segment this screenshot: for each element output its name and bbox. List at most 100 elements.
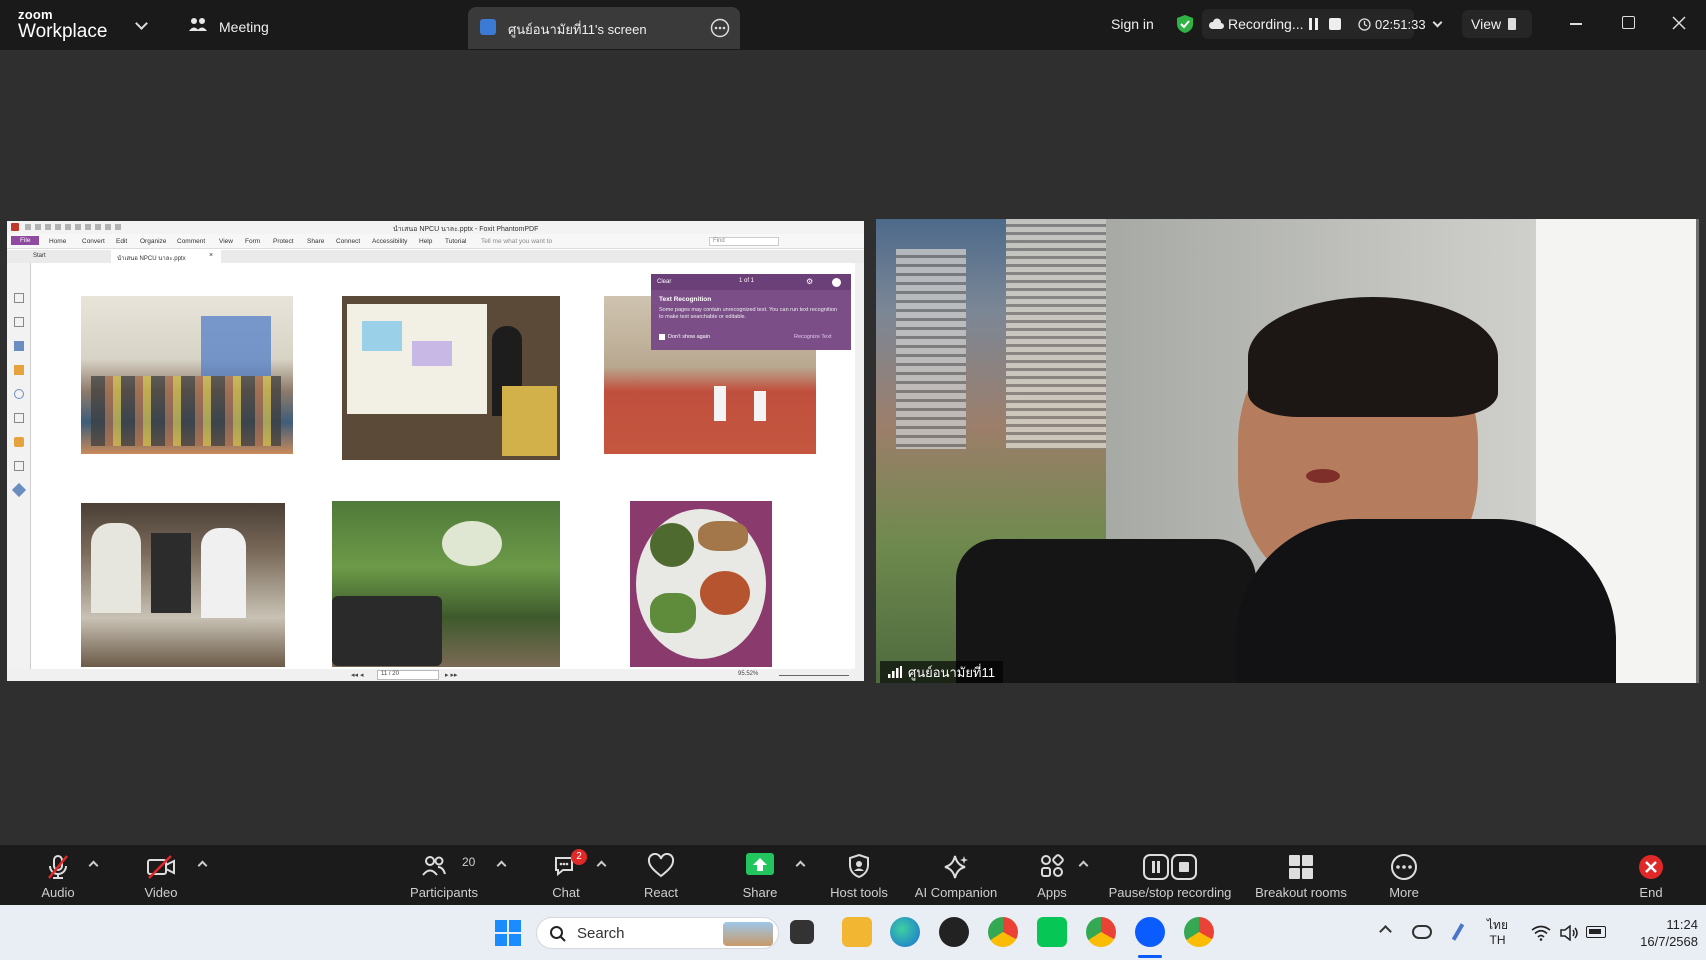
pdf-menu-comment[interactable]: Comment: [177, 238, 205, 245]
pause-recording-icon[interactable]: [1308, 17, 1320, 31]
pause-stop-recording-button[interactable]: Pause/stop recording: [1102, 845, 1238, 905]
pdf-menu-home[interactable]: Home: [49, 238, 66, 245]
ocr-dont-show-checkbox[interactable]: [659, 334, 665, 340]
pdf-zoom-level[interactable]: 95.52%: [738, 671, 758, 677]
video-options-caret-icon[interactable]: [197, 860, 208, 871]
ocr-close-icon[interactable]: [832, 278, 841, 287]
security-panel-icon[interactable]: [14, 437, 24, 447]
pdf-tab-close-icon[interactable]: ×: [209, 252, 213, 259]
minimize-window-icon[interactable]: [1570, 23, 1582, 25]
chat-label: Chat: [552, 885, 580, 900]
chrome-icon[interactable]: [988, 917, 1018, 947]
pdf-zoom-slider[interactable]: [779, 675, 849, 676]
app-menu-chevron-icon[interactable]: [135, 17, 148, 30]
participants-button[interactable]: 20 Participants: [404, 845, 484, 905]
end-meeting-button[interactable]: End: [1626, 845, 1676, 905]
react-button[interactable]: React: [636, 845, 686, 905]
view-button[interactable]: View: [1462, 10, 1532, 38]
pdf-tab-start[interactable]: Start: [33, 253, 46, 259]
ocr-recognize-link[interactable]: Recognize Text: [794, 334, 832, 340]
more-options-icon[interactable]: [710, 18, 730, 38]
share-button[interactable]: Share: [735, 845, 785, 905]
layers-panel-icon[interactable]: [14, 341, 24, 351]
task-view-icon[interactable]: [790, 920, 814, 944]
stop-recording-icon[interactable]: [1329, 18, 1341, 30]
shared-screen-content[interactable]: นำเสนอ NPCU นาละ.pptx - Foxit PhantomPDF…: [7, 221, 864, 681]
taskbar-clock[interactable]: 11:24 16/7/2568: [1622, 916, 1698, 950]
bookmark-panel-icon[interactable]: [14, 293, 24, 303]
wifi-icon[interactable]: [1531, 925, 1551, 941]
file-explorer-icon[interactable]: [842, 917, 872, 947]
more-button[interactable]: More: [1379, 845, 1429, 905]
encryption-shield-icon[interactable]: [1176, 14, 1194, 34]
pdf-nav-buttons[interactable]: ◂◂ ◂: [351, 671, 364, 679]
ocr-settings-icon[interactable]: ⚙: [806, 277, 813, 286]
chrome-second-icon[interactable]: [1184, 917, 1214, 947]
pdf-tab-active[interactable]: นำเสนอ NPCU นาละ.pptx ×: [111, 250, 221, 263]
pages-panel-icon[interactable]: [14, 317, 24, 327]
pdf-find-field[interactable]: Find: [709, 237, 779, 246]
participants-options-caret-icon[interactable]: [496, 860, 507, 871]
signatures-panel-icon[interactable]: [14, 413, 24, 423]
participant-video-tile[interactable]: ศูนย์อนามัยที่11: [876, 219, 1699, 683]
tray-overflow-icon[interactable]: [1379, 925, 1392, 938]
pdf-menu-connect[interactable]: Connect: [336, 238, 360, 245]
pdf-nav-forward-buttons[interactable]: ▸ ▸▸: [445, 671, 458, 679]
obs-studio-icon[interactable]: [939, 917, 969, 947]
comments-panel-icon[interactable]: [14, 365, 24, 375]
attachments-panel-icon[interactable]: [14, 389, 24, 399]
ai-companion-button[interactable]: AI Companion: [910, 845, 1002, 905]
meeting-timer: 02:51:33: [1375, 17, 1426, 32]
apps-button[interactable]: Apps: [1027, 845, 1077, 905]
shared-screen-tab[interactable]: ศูนย์อนามัยที่11's screen: [468, 7, 740, 49]
pause-stop-label: Pause/stop recording: [1108, 885, 1232, 900]
edge-browser-icon[interactable]: [890, 917, 920, 947]
zoom-app-icon[interactable]: [1135, 917, 1165, 947]
pdf-menu-protect[interactable]: Protect: [273, 238, 294, 245]
line-app-icon[interactable]: [1037, 917, 1067, 947]
pdf-menu-share[interactable]: Share: [307, 238, 324, 245]
pdf-menu-view[interactable]: View: [219, 238, 233, 245]
video-button[interactable]: Video: [131, 845, 191, 905]
breakout-label: Breakout rooms: [1255, 885, 1347, 900]
tools-panel-icon[interactable]: [11, 482, 27, 498]
share-screen-up-arrow-icon: [746, 853, 774, 875]
tell-me-search[interactable]: Tell me what you want to: [481, 238, 552, 245]
pdf-menu-file[interactable]: File: [11, 236, 40, 245]
share-options-caret-icon[interactable]: [795, 860, 806, 871]
taskbar-search-box[interactable]: Search: [536, 917, 779, 949]
ocr-clear-button[interactable]: Clear: [657, 279, 671, 285]
breakout-rooms-button[interactable]: Breakout rooms: [1252, 845, 1350, 905]
chat-options-caret-icon[interactable]: [596, 860, 607, 871]
pdf-menu-tutorial[interactable]: Tutorial: [445, 238, 466, 245]
apps-options-caret-icon[interactable]: [1078, 860, 1089, 871]
audio-options-caret-icon[interactable]: [88, 860, 99, 871]
sign-in-link[interactable]: Sign in: [1111, 16, 1154, 32]
windows-start-icon[interactable]: [495, 920, 521, 946]
participant-shoulders: [1236, 519, 1616, 683]
pdf-menu-accessibility[interactable]: Accessibility: [372, 238, 407, 245]
battery-icon[interactable]: [1586, 926, 1606, 938]
pen-input-icon[interactable]: [1448, 923, 1468, 941]
meeting-tab[interactable]: Meeting: [188, 12, 283, 38]
onedrive-icon[interactable]: [1412, 925, 1432, 939]
pdf-status-bar: ◂◂ ◂ 11 / 20 ▸ ▸▸ 95.52%: [7, 669, 864, 681]
audio-button[interactable]: Audio: [28, 845, 88, 905]
pdf-menu-form[interactable]: Form: [245, 238, 260, 245]
chat-button[interactable]: 2 Chat: [541, 845, 591, 905]
pdf-scrollbar[interactable]: [855, 263, 864, 669]
close-window-icon[interactable]: [1672, 16, 1686, 30]
volume-icon[interactable]: [1559, 925, 1579, 941]
pdf-menu-convert[interactable]: Convert: [82, 238, 105, 245]
restore-window-icon[interactable]: [1622, 16, 1635, 29]
input-language[interactable]: ไทย TH: [1487, 918, 1508, 948]
chrome-profile-icon[interactable]: [1086, 917, 1116, 947]
timer-chevron-icon[interactable]: [1432, 17, 1443, 28]
pdf-menu-edit[interactable]: Edit: [116, 238, 127, 245]
host-tools-button[interactable]: Host tools: [826, 845, 892, 905]
pdf-page-indicator[interactable]: 11 / 20: [377, 670, 439, 680]
content-panel-icon[interactable]: [14, 461, 24, 471]
more-label: More: [1389, 885, 1419, 900]
pdf-menu-organize[interactable]: Organize: [140, 238, 166, 245]
pdf-menu-help[interactable]: Help: [419, 238, 432, 245]
